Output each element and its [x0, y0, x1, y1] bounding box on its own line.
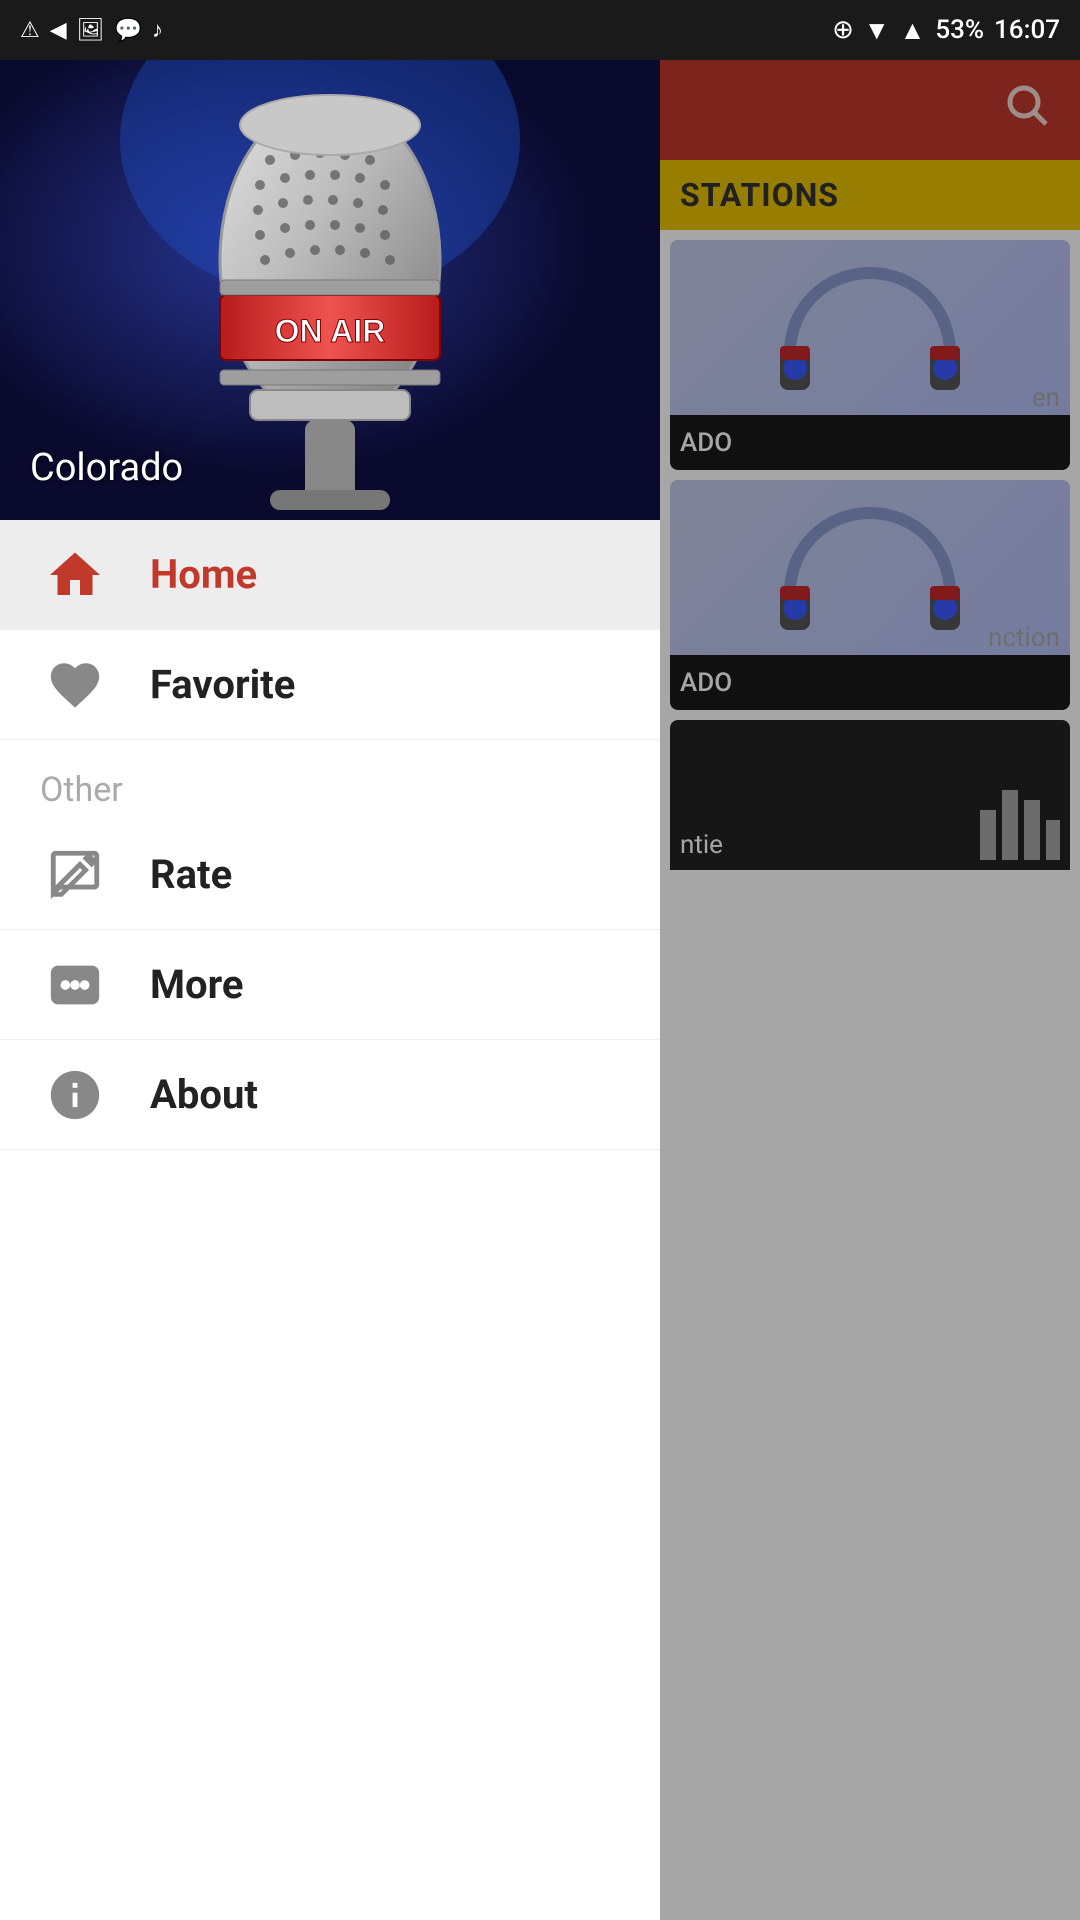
wifi-icon: ▼ — [864, 15, 890, 46]
favorite-label: Favorite — [150, 661, 295, 708]
message-icon: 💬 — [115, 18, 142, 43]
about-icon — [40, 1060, 110, 1130]
dim-overlay — [660, 60, 1080, 1920]
menu-item-favorite[interactable]: Favorite — [0, 630, 660, 740]
main-content: STATIONS — [660, 60, 1080, 1920]
app-container: STATIONS — [0, 60, 1080, 1920]
music-icon: ♪ — [152, 17, 163, 43]
menu-item-more[interactable]: More — [0, 930, 660, 1040]
status-bar-right: ⊕ ▼ ▲ 53% 16:07 — [832, 15, 1060, 46]
more-icon — [40, 950, 110, 1020]
hero-image: ON AIR Colorado — [0, 60, 660, 520]
image-icon: 🖼 — [77, 18, 105, 43]
home-label: Home — [150, 551, 257, 598]
status-bar: ⚠ ◀ 🖼 💬 ♪ ⊕ ▼ ▲ 53% 16:07 — [0, 0, 1080, 60]
notification-icon: ⚠ — [20, 18, 40, 43]
menu-item-rate[interactable]: Rate — [0, 820, 660, 930]
signal-icon: ▲ — [900, 15, 926, 46]
menu-item-about[interactable]: About — [0, 1040, 660, 1150]
about-label: About — [150, 1071, 258, 1118]
add-icon: ⊕ — [832, 15, 854, 45]
back-icon: ◀ — [50, 18, 67, 43]
other-section-label: Other — [0, 740, 660, 820]
rate-icon — [40, 840, 110, 910]
status-bar-left: ⚠ ◀ 🖼 💬 ♪ — [20, 17, 163, 43]
home-icon — [40, 540, 110, 610]
time-label: 16:07 — [994, 15, 1060, 45]
favorite-icon — [40, 650, 110, 720]
rate-label: Rate — [150, 851, 232, 898]
svg-text:ON AIR: ON AIR — [275, 313, 386, 349]
battery-label: 53% — [935, 15, 984, 45]
menu-section: Home Favorite Other — [0, 520, 660, 1920]
hero-label: Colorado — [30, 446, 183, 490]
menu-item-home[interactable]: Home — [0, 520, 660, 630]
drawer: ON AIR Colorado — [0, 60, 660, 1920]
more-label: More — [150, 961, 243, 1008]
